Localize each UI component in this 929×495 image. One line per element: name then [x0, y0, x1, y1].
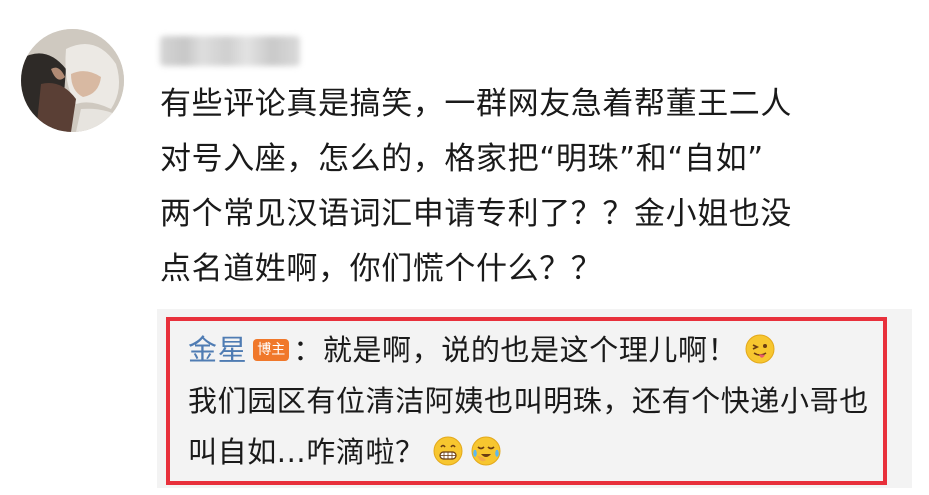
grinning-teeth-emoji-icon [433, 436, 463, 466]
comment-text: 有些评论真是搞笑，一群网友急着帮董王二人 对号入座，怎么的，格家把“明珠”和“自… [160, 86, 792, 287]
blogger-badge: 博主 [253, 339, 290, 361]
laughing-tears-emoji-icon [471, 436, 501, 466]
avatar-image [21, 29, 124, 132]
reply-text-rest: 我们园区有位清洁阿姨也叫明珠，还有个快递小哥也叫自如...咋滴啦？ [188, 384, 869, 469]
reply-separator: ： [293, 333, 323, 367]
reply: 金星 博主 ：就是啊，说的也是这个理儿啊！ 我们园区有位清洁阿姨也叫明珠，还有个快递小… [188, 325, 878, 478]
reply-author-link[interactable]: 金星 [188, 333, 247, 367]
avatar[interactable] [21, 29, 124, 132]
username-blurred[interactable] [160, 36, 300, 66]
reply-text-line1: 就是啊，说的也是这个理儿啊！ [322, 333, 738, 367]
squinting-tongue-emoji-icon [745, 334, 775, 364]
